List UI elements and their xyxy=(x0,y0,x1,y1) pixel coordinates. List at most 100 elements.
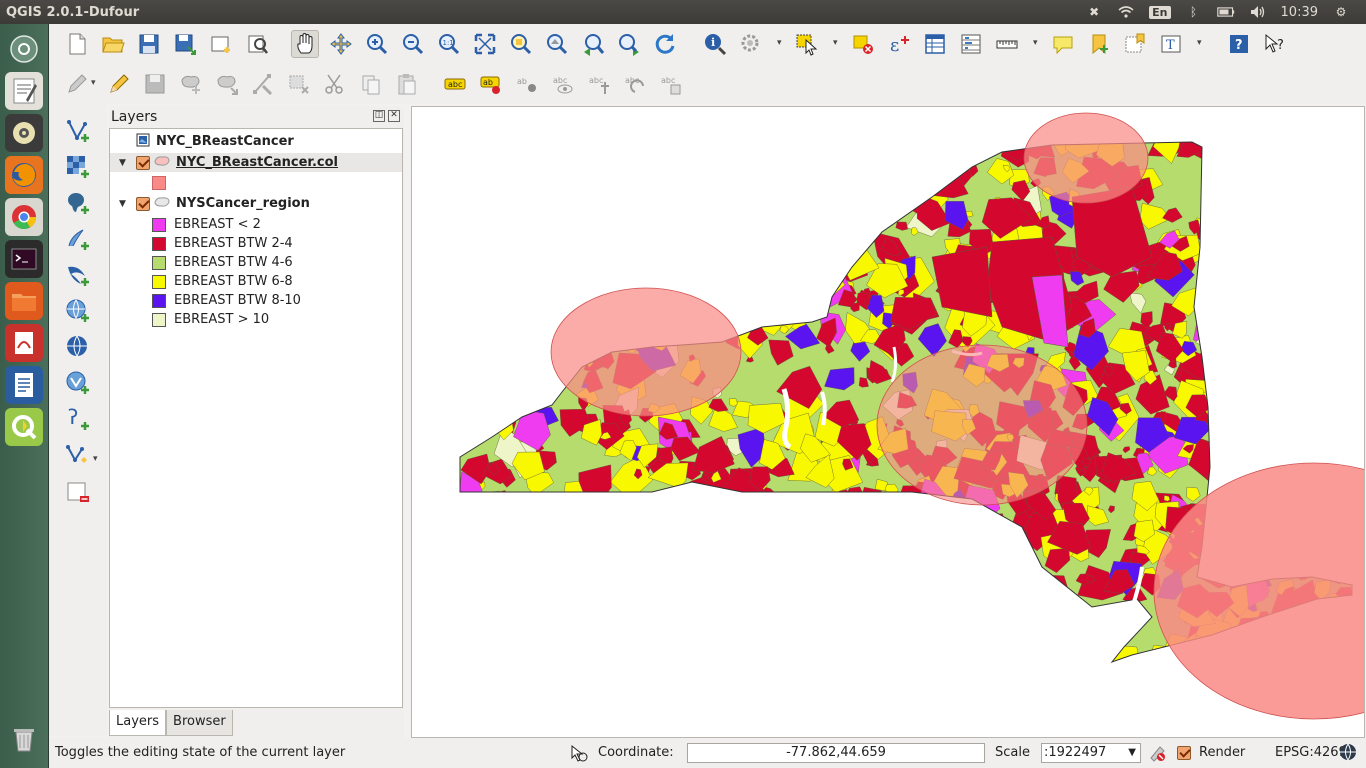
bluetooth-icon[interactable]: ᛒ xyxy=(1185,5,1203,19)
move-feature-icon[interactable] xyxy=(213,70,241,98)
add-wfs-layer-icon[interactable] xyxy=(63,368,93,398)
change-label-icon[interactable]: abc xyxy=(657,70,685,98)
dash-icon[interactable] xyxy=(5,30,43,68)
expand-arrow-icon[interactable]: ▼ xyxy=(119,158,129,168)
float-panel-icon[interactable]: ◫ xyxy=(373,110,385,122)
tab-layers[interactable]: Layers xyxy=(109,710,167,736)
current-edits-icon[interactable] xyxy=(63,70,91,98)
firefox-icon[interactable] xyxy=(5,156,43,194)
layer-row-raster[interactable]: NYC_BReastCancer xyxy=(136,132,294,151)
identify-features-icon[interactable]: i xyxy=(701,30,729,58)
libreoffice-writer-icon[interactable] xyxy=(5,366,43,404)
open-project-icon[interactable] xyxy=(99,30,127,58)
power-gear-icon[interactable]: ⚙ xyxy=(1332,5,1350,19)
zoom-to-selection-icon[interactable] xyxy=(507,30,535,58)
new-project-icon[interactable] xyxy=(63,30,91,58)
move-label-icon[interactable]: abc xyxy=(585,70,613,98)
paste-features-icon[interactable] xyxy=(393,70,421,98)
refresh-icon[interactable] xyxy=(651,30,679,58)
add-delimited-text-layer-icon[interactable]: ʔ xyxy=(63,404,93,434)
remove-layer-icon[interactable] xyxy=(63,478,93,508)
stop-render-icon[interactable] xyxy=(1148,744,1166,762)
statistical-summary-icon[interactable] xyxy=(957,30,985,58)
chevron-down-icon[interactable]: ▼ xyxy=(1128,744,1136,762)
text-annotation-icon[interactable]: T xyxy=(1157,30,1185,58)
files-icon[interactable] xyxy=(5,282,43,320)
new-shapefile-layer-icon[interactable] xyxy=(63,440,93,470)
save-project-icon[interactable] xyxy=(135,30,163,58)
save-as-icon[interactable] xyxy=(171,30,199,58)
layer-visibility-checkbox[interactable] xyxy=(136,196,150,211)
save-layer-edits-icon[interactable] xyxy=(141,70,169,98)
field-calculator-icon[interactable]: ε xyxy=(885,30,913,58)
layer-visibility-checkbox[interactable] xyxy=(136,155,150,170)
add-postgis-layer-icon[interactable] xyxy=(63,188,93,218)
layers-tree[interactable]: NYC_BReastCancer ▼ NYC_BReastCancer.col … xyxy=(109,128,403,708)
trash-icon[interactable] xyxy=(5,720,43,758)
add-spatialite-layer-icon[interactable] xyxy=(63,224,93,254)
add-raster-layer-icon[interactable] xyxy=(63,152,93,182)
add-feature-icon[interactable] xyxy=(177,70,205,98)
map-tips-icon[interactable] xyxy=(1049,30,1077,58)
clock[interactable]: 10:39 xyxy=(1281,5,1318,20)
map-render[interactable] xyxy=(412,107,1365,738)
pan-to-selection-icon[interactable] xyxy=(327,30,355,58)
delete-selected-icon[interactable] xyxy=(285,70,313,98)
current-crs-label[interactable]: EPSG:4269 xyxy=(1275,745,1347,760)
layer-row-region[interactable]: ▼ NYSCancer_region xyxy=(110,194,310,213)
zoom-full-icon[interactable] xyxy=(471,30,499,58)
add-wms-layer-icon[interactable] xyxy=(63,296,93,326)
network-indicator-icon[interactable]: ✖ xyxy=(1085,5,1103,19)
scale-combobox[interactable]: :1922497 ▼ xyxy=(1041,743,1141,763)
document-viewer-icon[interactable] xyxy=(5,324,43,362)
copy-features-icon[interactable] xyxy=(357,70,385,98)
open-attribute-table-icon[interactable] xyxy=(921,30,949,58)
rhythmbox-icon[interactable] xyxy=(5,114,43,152)
label-properties-icon[interactable]: ab xyxy=(477,70,505,98)
layer-row-col[interactable]: ▼ NYC_BReastCancer.col xyxy=(110,153,402,172)
new-bookmark-icon[interactable] xyxy=(1085,30,1113,58)
terminal-icon[interactable] xyxy=(5,240,43,278)
layer-labeling-icon[interactable]: abc xyxy=(441,70,469,98)
text-editor-icon[interactable] xyxy=(5,72,43,110)
cut-features-icon[interactable] xyxy=(321,70,349,98)
measure-dropdown-icon[interactable]: ▾ xyxy=(1033,38,1042,48)
wifi-icon[interactable] xyxy=(1117,5,1135,19)
select-features-icon[interactable] xyxy=(793,30,821,58)
render-checkbox[interactable] xyxy=(1177,746,1191,760)
pin-labels-icon[interactable]: ab xyxy=(513,70,541,98)
projection-globe-icon[interactable] xyxy=(1339,743,1357,761)
measure-line-icon[interactable] xyxy=(993,30,1021,58)
volume-icon[interactable] xyxy=(1249,5,1267,19)
mouse-coordinate-toggle-icon[interactable] xyxy=(570,744,588,762)
whats-this-icon[interactable]: ? xyxy=(1261,30,1289,58)
pan-map-icon[interactable] xyxy=(291,30,319,58)
show-bookmarks-icon[interactable] xyxy=(1121,30,1149,58)
composer-manager-icon[interactable] xyxy=(243,30,271,58)
new-print-composer-icon[interactable] xyxy=(207,30,235,58)
show-hide-labels-icon[interactable]: abc xyxy=(549,70,577,98)
select-dropdown-icon[interactable]: ▾ xyxy=(833,38,842,48)
coordinate-field[interactable]: -77.862,44.659 xyxy=(687,743,985,763)
action-dropdown-icon[interactable]: ▾ xyxy=(777,38,786,48)
toggle-editing-icon[interactable] xyxy=(105,70,133,98)
rotate-label-icon[interactable]: abc xyxy=(621,70,649,98)
map-canvas[interactable] xyxy=(411,106,1365,738)
close-panel-icon[interactable]: ✕ xyxy=(388,110,400,122)
qgis-icon[interactable] xyxy=(5,408,43,446)
annotation-dropdown-icon[interactable]: ▾ xyxy=(1197,38,1206,48)
keyboard-layout-badge[interactable]: En xyxy=(1149,5,1171,19)
battery-icon[interactable] xyxy=(1216,5,1235,19)
deselect-all-icon[interactable] xyxy=(849,30,877,58)
run-feature-action-icon[interactable] xyxy=(737,30,765,58)
edits-dropdown-icon[interactable]: ▾ xyxy=(91,78,100,88)
render-label[interactable]: Render xyxy=(1199,745,1245,760)
new-layer-dropdown-icon[interactable]: ▾ xyxy=(93,454,102,464)
chrome-icon[interactable] xyxy=(5,198,43,236)
add-vector-layer-icon[interactable] xyxy=(63,116,93,146)
zoom-out-icon[interactable] xyxy=(399,30,427,58)
expand-arrow-icon[interactable]: ▼ xyxy=(119,199,129,209)
zoom-to-layer-icon[interactable] xyxy=(543,30,571,58)
add-mssql-layer-icon[interactable] xyxy=(63,260,93,290)
zoom-actual-size-icon[interactable]: 1:1 xyxy=(435,30,463,58)
